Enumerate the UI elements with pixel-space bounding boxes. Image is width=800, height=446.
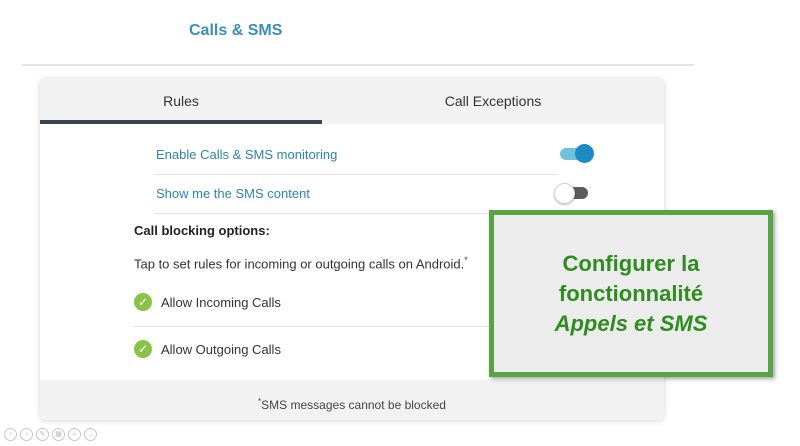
description-footnote-mark: * (464, 255, 468, 265)
slides-icon[interactable]: ▦ (52, 428, 65, 441)
setting-row-sms-content: Show me the SMS content (154, 175, 588, 214)
callout-line-2: fonctionnalité (558, 280, 704, 306)
sms-content-toggle[interactable] (554, 183, 588, 204)
pen-icon[interactable]: ✎ (36, 428, 49, 441)
tab-call-exceptions[interactable]: Call Exceptions (322, 78, 664, 124)
tab-rules[interactable]: Rules (40, 78, 322, 124)
check-circle-icon: ✓ (134, 293, 152, 311)
next-icon[interactable]: › (20, 428, 33, 441)
sms-content-label: Show me the SMS content (156, 186, 310, 201)
setting-row-monitoring: Enable Calls & SMS monitoring (154, 136, 594, 175)
tab-bar: Rules Call Exceptions (40, 78, 664, 124)
description-text: Tap to set rules for incoming or outgoin… (134, 256, 465, 272)
page-title: Calls & SMS (189, 22, 283, 39)
footnote-text: SMS messages cannot be blocked (261, 398, 446, 412)
callout-line-1: Configurer la (562, 250, 700, 276)
option-label: Allow Incoming Calls (161, 295, 281, 310)
check-circle-icon: ✓ (134, 340, 152, 358)
footer-note: *SMS messages cannot be blocked (40, 380, 664, 420)
call-blocking-description: Tap to set rules for incoming or outgoin… (134, 255, 468, 271)
zoom-icon[interactable]: ⌕ (68, 428, 81, 441)
monitoring-toggle[interactable] (560, 144, 594, 163)
annotation-callout: Configurer la fonctionnalité Appels et S… (489, 210, 773, 377)
toggle-knob (554, 183, 575, 204)
callout-line-3: Appels et SMS (554, 310, 708, 336)
active-tab-indicator (40, 120, 322, 124)
monitoring-label: Enable Calls & SMS monitoring (156, 147, 338, 162)
slide-controls: ‹ › ✎ ▦ ⌕… (4, 428, 100, 442)
previous-icon[interactable]: ‹ (4, 428, 17, 441)
more-icon[interactable]: … (84, 428, 97, 441)
option-label: Allow Outgoing Calls (161, 342, 281, 357)
title-divider (22, 64, 694, 66)
call-blocking-heading: Call blocking options: (134, 223, 270, 238)
toggle-knob (575, 144, 594, 163)
